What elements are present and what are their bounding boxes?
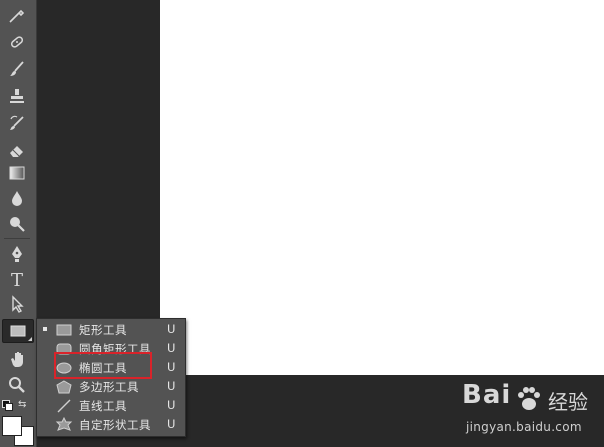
foreground-color-swatch[interactable] <box>2 416 22 436</box>
menu-item-rectangle-tool[interactable]: 矩形工具 U <box>37 320 185 339</box>
annotation-highlight-box <box>54 352 152 379</box>
watermark-url: jingyan.baidu.com <box>466 420 582 434</box>
type-tool[interactable]: T <box>2 269 32 291</box>
zoom-icon <box>9 377 25 393</box>
zoom-tool[interactable] <box>2 374 32 396</box>
clone-stamp-icon <box>10 89 24 103</box>
pen-tool[interactable] <box>2 243 32 265</box>
healing-brush-tool[interactable] <box>2 31 32 53</box>
menu-item-shortcut: U <box>167 398 176 412</box>
blur-tool[interactable] <box>2 187 32 209</box>
rectangle-icon <box>55 322 73 337</box>
history-brush-icon <box>10 115 24 130</box>
menu-item-shortcut: U <box>167 322 176 336</box>
custom-shape-icon <box>55 417 73 432</box>
menu-item-shortcut: U <box>167 341 176 355</box>
menu-item-shortcut: U <box>167 379 176 393</box>
blur-icon <box>12 191 22 206</box>
selected-bullet <box>43 327 47 331</box>
eraser-icon <box>10 146 23 157</box>
menu-item-custom-shape-tool[interactable]: 自定形状工具 U <box>37 415 185 434</box>
baidu-jingyan-watermark: Bai 经验 jingyan.baidu.com <box>462 380 602 444</box>
eyedropper-tool[interactable] <box>2 4 32 26</box>
menu-item-line-tool[interactable]: 直线工具 U <box>37 396 185 415</box>
polygon-icon <box>55 379 73 394</box>
paw-icon <box>518 387 540 410</box>
default-colors-icon[interactable] <box>2 400 13 411</box>
menu-item-label: 多边形工具 <box>79 380 139 394</box>
dodge-icon <box>10 217 25 232</box>
rectangle-tool[interactable] <box>2 319 34 343</box>
brush-icon <box>10 61 24 76</box>
menu-item-shortcut: U <box>167 417 176 431</box>
menu-item-label: 矩形工具 <box>79 323 127 337</box>
gradient-icon <box>9 166 25 180</box>
rectangle-tool-icon <box>10 325 26 337</box>
menu-item-shortcut: U <box>167 360 176 374</box>
healing-brush-icon <box>10 36 24 48</box>
dodge-tool[interactable] <box>2 213 32 235</box>
gradient-tool[interactable] <box>2 162 32 184</box>
path-selection-icon <box>12 295 24 313</box>
brush-tool[interactable] <box>2 58 32 80</box>
menu-item-label: 自定形状工具 <box>79 418 151 432</box>
eyedropper-icon <box>9 9 25 23</box>
watermark-logo-text: Bai <box>462 380 512 410</box>
eraser-tool[interactable] <box>2 139 32 161</box>
type-icon: T <box>10 269 23 291</box>
toolbar-divider <box>4 238 30 239</box>
swap-colors-icon[interactable]: ⇆ <box>18 399 26 410</box>
menu-item-label: 直线工具 <box>79 399 127 413</box>
hand-tool[interactable] <box>2 348 32 370</box>
flyout-indicator <box>28 337 32 341</box>
clone-stamp-tool[interactable] <box>2 85 32 107</box>
line-icon <box>55 398 73 413</box>
history-brush-tool[interactable] <box>2 112 32 134</box>
color-swatches[interactable]: ⇆ <box>0 398 36 447</box>
document-canvas[interactable] <box>160 0 604 375</box>
path-selection-tool[interactable] <box>2 293 32 315</box>
pen-icon <box>12 246 22 262</box>
watermark-suffix-text: 经验 <box>548 390 588 414</box>
menu-item-polygon-tool[interactable]: 多边形工具 U <box>37 377 185 396</box>
tools-panel: T ⇆ <box>0 0 37 447</box>
hand-icon <box>11 352 23 367</box>
